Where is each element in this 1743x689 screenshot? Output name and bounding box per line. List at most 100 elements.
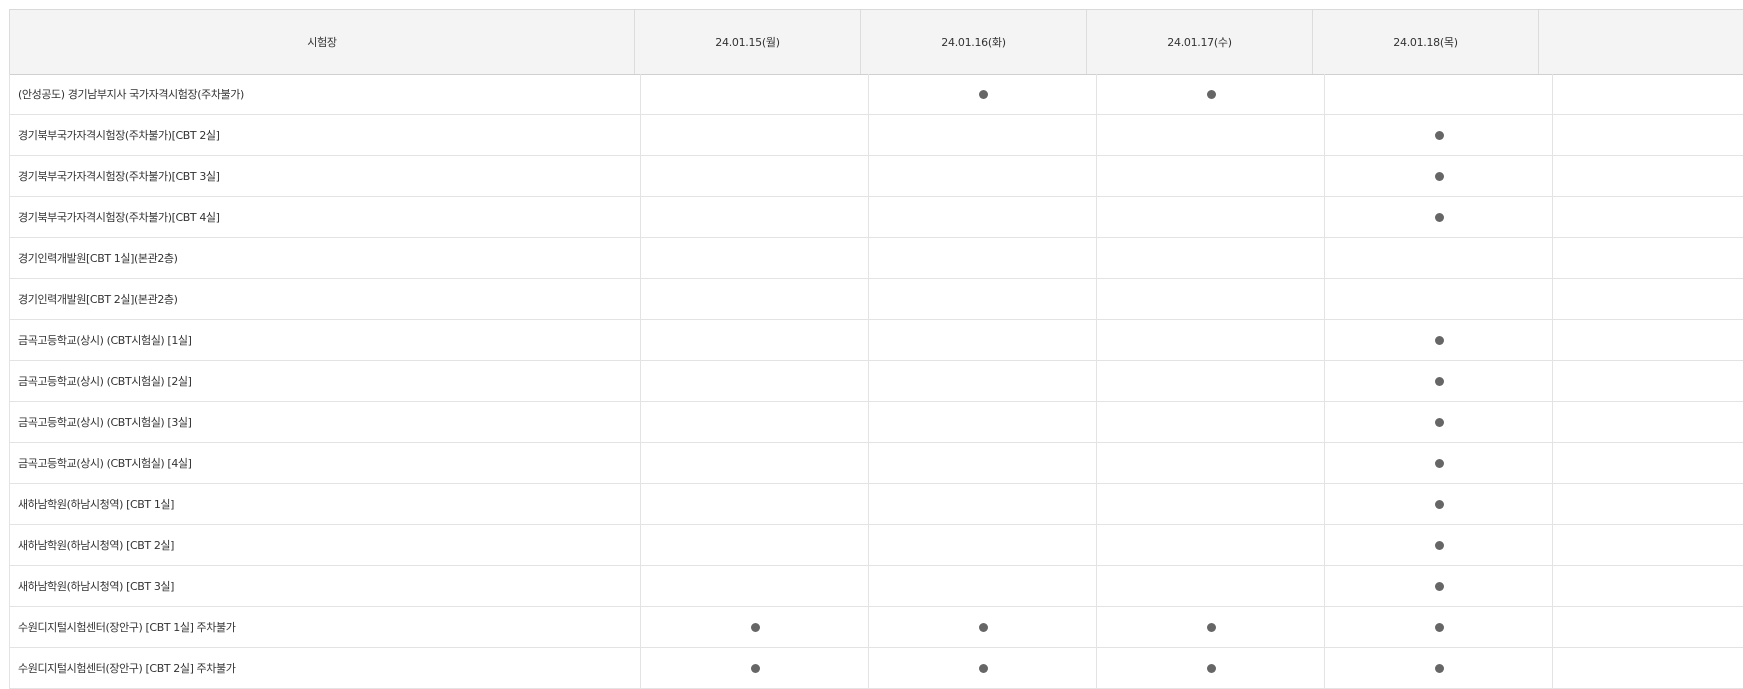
day-cell-1 bbox=[641, 484, 869, 524]
day-cell-5 bbox=[1552, 197, 1743, 237]
table-row: 금곡고등학교(상시) (CBT시험실) [4실] bbox=[9, 443, 1743, 484]
day-cell-5 bbox=[1552, 402, 1743, 442]
day-cell-2 bbox=[869, 648, 1097, 688]
venue-name: 새하남학원(하남시청역) [CBT 1실] bbox=[9, 484, 641, 524]
available-dot-icon bbox=[1434, 458, 1444, 468]
table-row: 경기북부국가자격시험장(주차불가)[CBT 4실] bbox=[9, 197, 1743, 238]
day-cell-1 bbox=[641, 443, 869, 483]
available-dot-icon bbox=[1206, 89, 1216, 99]
table-row: 금곡고등학교(상시) (CBT시험실) [1실] bbox=[9, 320, 1743, 361]
day-cell-3 bbox=[1097, 115, 1325, 155]
venue-name: 경기인력개발원[CBT 1실](본관2층) bbox=[9, 238, 641, 278]
table-row: 경기북부국가자격시험장(주차불가)[CBT 2실] bbox=[9, 115, 1743, 156]
day-cell-3 bbox=[1097, 74, 1325, 114]
available-dot-icon bbox=[1434, 171, 1444, 181]
day-cell-2 bbox=[869, 361, 1097, 401]
day-cell-1 bbox=[641, 74, 869, 114]
day-cell-1 bbox=[641, 115, 869, 155]
available-dot-icon bbox=[978, 622, 988, 632]
day-cell-5 bbox=[1552, 238, 1743, 278]
day-cell-2 bbox=[869, 238, 1097, 278]
day-cell-1 bbox=[641, 197, 869, 237]
day-cell-3 bbox=[1097, 607, 1325, 647]
day-cell-3 bbox=[1097, 443, 1325, 483]
table-row: 경기인력개발원[CBT 2실](본관2층) bbox=[9, 279, 1743, 320]
header-date-4: 24.01.18(목) bbox=[1313, 10, 1539, 74]
day-cell-5 bbox=[1552, 156, 1743, 196]
day-cell-2 bbox=[869, 320, 1097, 360]
day-cell-4 bbox=[1325, 443, 1553, 483]
available-dot-icon bbox=[978, 663, 988, 673]
day-cell-2 bbox=[869, 115, 1097, 155]
venue-name: 새하남학원(하남시청역) [CBT 3실] bbox=[9, 566, 641, 606]
venue-name: 수원디지털시험센터(장안구) [CBT 2실] 주차불가 bbox=[9, 648, 641, 688]
day-cell-5 bbox=[1552, 115, 1743, 155]
table-row: 금곡고등학교(상시) (CBT시험실) [3실] bbox=[9, 402, 1743, 443]
table-row: 금곡고등학교(상시) (CBT시험실) [2실] bbox=[9, 361, 1743, 402]
available-dot-icon bbox=[1434, 540, 1444, 550]
day-cell-2 bbox=[869, 197, 1097, 237]
day-cell-4 bbox=[1325, 238, 1553, 278]
day-cell-2 bbox=[869, 607, 1097, 647]
day-cell-2 bbox=[869, 279, 1097, 319]
day-cell-5 bbox=[1552, 566, 1743, 606]
day-cell-1 bbox=[641, 361, 869, 401]
day-cell-5 bbox=[1552, 279, 1743, 319]
available-dot-icon bbox=[1434, 130, 1444, 140]
day-cell-4 bbox=[1325, 607, 1553, 647]
day-cell-5 bbox=[1552, 361, 1743, 401]
available-dot-icon bbox=[1434, 417, 1444, 427]
table-row: 경기북부국가자격시험장(주차불가)[CBT 3실] bbox=[9, 156, 1743, 197]
venue-name: 경기인력개발원[CBT 2실](본관2층) bbox=[9, 279, 641, 319]
day-cell-2 bbox=[869, 156, 1097, 196]
day-cell-3 bbox=[1097, 484, 1325, 524]
venue-name: 경기북부국가자격시험장(주차불가)[CBT 4실] bbox=[9, 197, 641, 237]
day-cell-4 bbox=[1325, 361, 1553, 401]
day-cell-4 bbox=[1325, 525, 1553, 565]
day-cell-4 bbox=[1325, 320, 1553, 360]
day-cell-1 bbox=[641, 279, 869, 319]
available-dot-icon bbox=[978, 89, 988, 99]
day-cell-5 bbox=[1552, 648, 1743, 688]
day-cell-3 bbox=[1097, 566, 1325, 606]
header-date-1: 24.01.15(월) bbox=[635, 10, 861, 74]
table-row: 새하남학원(하남시청역) [CBT 3실] bbox=[9, 566, 1743, 607]
venue-name: 금곡고등학교(상시) (CBT시험실) [3실] bbox=[9, 402, 641, 442]
header-date-2: 24.01.16(화) bbox=[861, 10, 1087, 74]
day-cell-2 bbox=[869, 443, 1097, 483]
schedule-table-body: (안성공도) 경기남부지사 국가자격시험장(주차불가) 경기북부국가자격시험장(주… bbox=[9, 74, 1743, 689]
day-cell-2 bbox=[869, 566, 1097, 606]
day-cell-1 bbox=[641, 566, 869, 606]
day-cell-3 bbox=[1097, 402, 1325, 442]
available-dot-icon bbox=[1434, 335, 1444, 345]
venue-name: 금곡고등학교(상시) (CBT시험실) [4실] bbox=[9, 443, 641, 483]
available-dot-icon bbox=[1434, 499, 1444, 509]
day-cell-5 bbox=[1552, 320, 1743, 360]
day-cell-1 bbox=[641, 238, 869, 278]
table-row: 새하남학원(하남시청역) [CBT 2실] bbox=[9, 525, 1743, 566]
table-row: 새하남학원(하남시청역) [CBT 1실] bbox=[9, 484, 1743, 525]
day-cell-3 bbox=[1097, 320, 1325, 360]
table-row: (안성공도) 경기남부지사 국가자격시험장(주차불가) bbox=[9, 74, 1743, 115]
table-row: 수원디지털시험센터(장안구) [CBT 1실] 주차불가 bbox=[9, 607, 1743, 648]
day-cell-5 bbox=[1552, 443, 1743, 483]
day-cell-5 bbox=[1552, 607, 1743, 647]
available-dot-icon bbox=[750, 663, 760, 673]
day-cell-5 bbox=[1552, 484, 1743, 524]
day-cell-1 bbox=[641, 156, 869, 196]
day-cell-1 bbox=[641, 607, 869, 647]
day-cell-2 bbox=[869, 74, 1097, 114]
available-dot-icon bbox=[1206, 622, 1216, 632]
day-cell-1 bbox=[641, 402, 869, 442]
day-cell-4 bbox=[1325, 74, 1553, 114]
header-venue: 시험장 bbox=[10, 10, 635, 74]
available-dot-icon bbox=[1434, 212, 1444, 222]
available-dot-icon bbox=[1434, 622, 1444, 632]
day-cell-5 bbox=[1552, 525, 1743, 565]
venue-name: 수원디지털시험센터(장안구) [CBT 1실] 주차불가 bbox=[9, 607, 641, 647]
header-date-5 bbox=[1539, 10, 1743, 74]
available-dot-icon bbox=[750, 622, 760, 632]
header-date-3: 24.01.17(수) bbox=[1087, 10, 1313, 74]
day-cell-4 bbox=[1325, 566, 1553, 606]
venue-name: 경기북부국가자격시험장(주차불가)[CBT 3실] bbox=[9, 156, 641, 196]
